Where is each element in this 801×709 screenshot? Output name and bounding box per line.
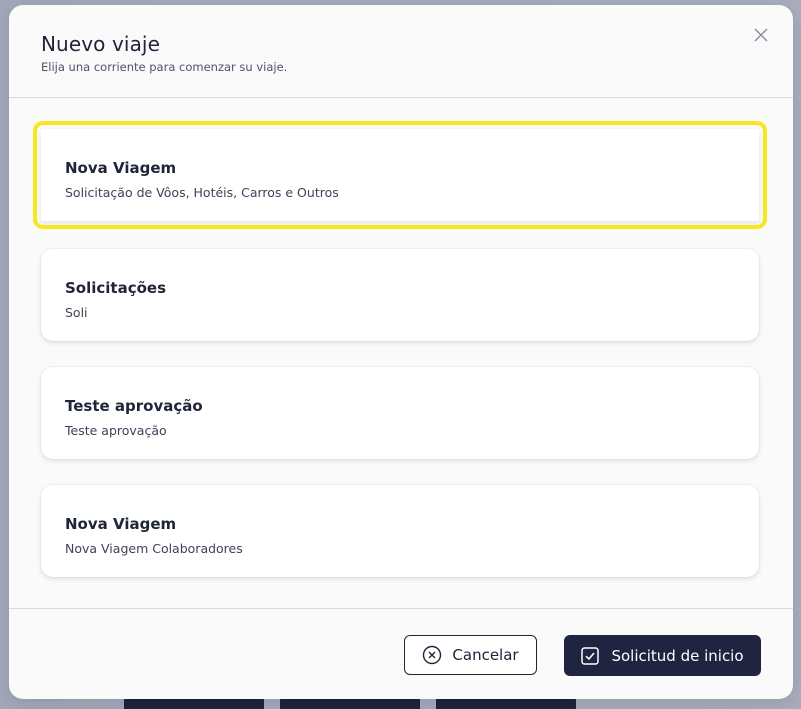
- flow-option-title: Nova Viagem: [65, 515, 177, 533]
- flow-option-title: Teste aprovação: [65, 397, 203, 415]
- checkbox-check-icon: [581, 646, 600, 665]
- flow-option-nova-viagem-colaboradores[interactable]: Nova Viagem Nova Viagem Colaboradores: [41, 485, 759, 577]
- cancel-button[interactable]: Cancelar: [404, 635, 537, 675]
- start-request-label: Solicitud de inicio: [611, 646, 744, 665]
- flow-option-description: Soli: [65, 305, 88, 320]
- flow-option-title: Solicitações: [65, 279, 167, 297]
- new-trip-modal: Nuevo viaje Elija una corriente para com…: [9, 5, 793, 699]
- flow-option-nova-viagem[interactable]: Nova Viagem Solicitação de Vôos, Hotéis,…: [33, 121, 767, 229]
- flow-option-title: Nova Viagem: [65, 159, 177, 177]
- close-circle-icon: [422, 645, 442, 665]
- modal-subtitle: Elija una corriente para comenzar su via…: [41, 60, 288, 74]
- close-icon: [754, 28, 768, 42]
- cancel-label: Cancelar: [452, 646, 519, 664]
- footer-divider: [9, 608, 793, 609]
- start-request-button[interactable]: Solicitud de inicio: [564, 635, 761, 676]
- flow-option-description: Nova Viagem Colaboradores: [65, 541, 243, 556]
- modal-header: Nuevo viaje Elija una corriente para com…: [9, 5, 793, 98]
- flow-option-description: Teste aprovação: [65, 423, 167, 438]
- close-button[interactable]: [751, 25, 771, 45]
- flow-option-solicitacoes[interactable]: Solicitações Soli: [41, 249, 759, 341]
- modal-title: Nuevo viaje: [41, 32, 160, 56]
- flow-option-teste-aprovacao[interactable]: Teste aprovação Teste aprovação: [41, 367, 759, 459]
- flow-option-description: Solicitação de Vôos, Hotéis, Carros e Ou…: [65, 185, 339, 200]
